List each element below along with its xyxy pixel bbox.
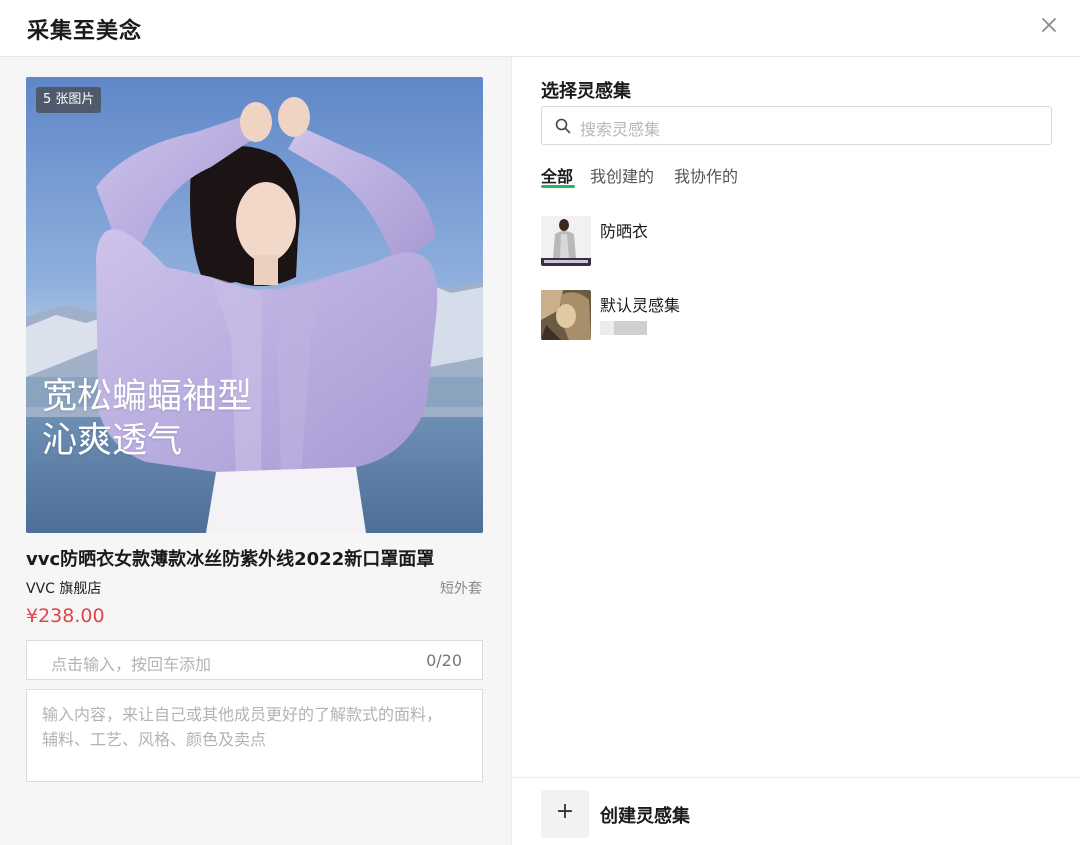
promo-line-2: 沁爽透气 <box>42 421 183 461</box>
product-image[interactable]: 5 张图片 宽松蝙蝠袖型 沁爽透气 <box>26 77 483 533</box>
collection-thumbnail <box>541 216 591 266</box>
product-photo <box>26 77 483 533</box>
create-collection-bar: + 创建灵感集 <box>513 777 1080 845</box>
collection-meta-redacted <box>600 321 647 335</box>
dialog-title: 采集至美念 <box>27 19 143 44</box>
collections-panel: 选择灵感集 搜索灵感集 全部 我创建的 我协作的 防晒衣 默认灵感集 <box>513 57 1080 845</box>
product-panel: 5 张图片 宽松蝙蝠袖型 沁爽透气 vvc防晒衣女款薄款冰丝防紫外线2022新口… <box>0 57 512 845</box>
product-category: 短外套 <box>440 581 482 597</box>
collection-name: 默认灵感集 <box>600 296 681 315</box>
collection-name: 防晒衣 <box>600 222 649 241</box>
create-collection-button[interactable]: + <box>541 790 589 838</box>
note-textarea[interactable]: 输入内容，来让自己或其他成员更好的了解款式的面料，辅料、工艺、风格、颜色及卖点 <box>26 689 483 782</box>
active-tab-indicator <box>541 185 575 188</box>
collection-item[interactable]: 防晒衣 <box>541 216 1061 266</box>
promo-line-1: 宽松蝙蝠袖型 <box>42 377 253 417</box>
dialog-header: 采集至美念 <box>0 0 1080 57</box>
tag-input-placeholder: 点击输入，按回车添加 <box>51 655 212 674</box>
collections-title: 选择灵感集 <box>541 81 631 102</box>
tag-input-counter: 0/20 <box>426 651 462 670</box>
close-icon[interactable] <box>1038 14 1060 36</box>
product-title: vvc防晒衣女款薄款冰丝防紫外线2022新口罩面罩 <box>26 549 435 570</box>
product-price: ¥238.00 <box>26 605 105 627</box>
search-icon <box>555 118 571 134</box>
promo-text: 宽松蝙蝠袖型 沁爽透气 <box>42 375 252 463</box>
search-input[interactable]: 搜索灵感集 <box>541 106 1052 145</box>
plus-icon: + <box>555 799 575 824</box>
collection-thumbnail <box>541 290 591 340</box>
note-placeholder: 输入内容，来让自己或其他成员更好的了解款式的面料，辅料、工艺、风格、颜色及卖点 <box>42 705 443 749</box>
tab-created-by-me[interactable]: 我创建的 <box>590 163 654 187</box>
product-shop: VVC 旗舰店 <box>26 581 102 597</box>
collection-item[interactable]: 默认灵感集 <box>541 290 1061 340</box>
tag-input[interactable]: 点击输入，按回车添加 0/20 <box>26 640 483 680</box>
search-placeholder: 搜索灵感集 <box>580 120 661 139</box>
tab-collaborating[interactable]: 我协作的 <box>674 163 738 187</box>
image-count-badge: 5 张图片 <box>36 87 102 113</box>
tab-all[interactable]: 全部 <box>541 163 573 187</box>
create-collection-label[interactable]: 创建灵感集 <box>600 802 690 828</box>
